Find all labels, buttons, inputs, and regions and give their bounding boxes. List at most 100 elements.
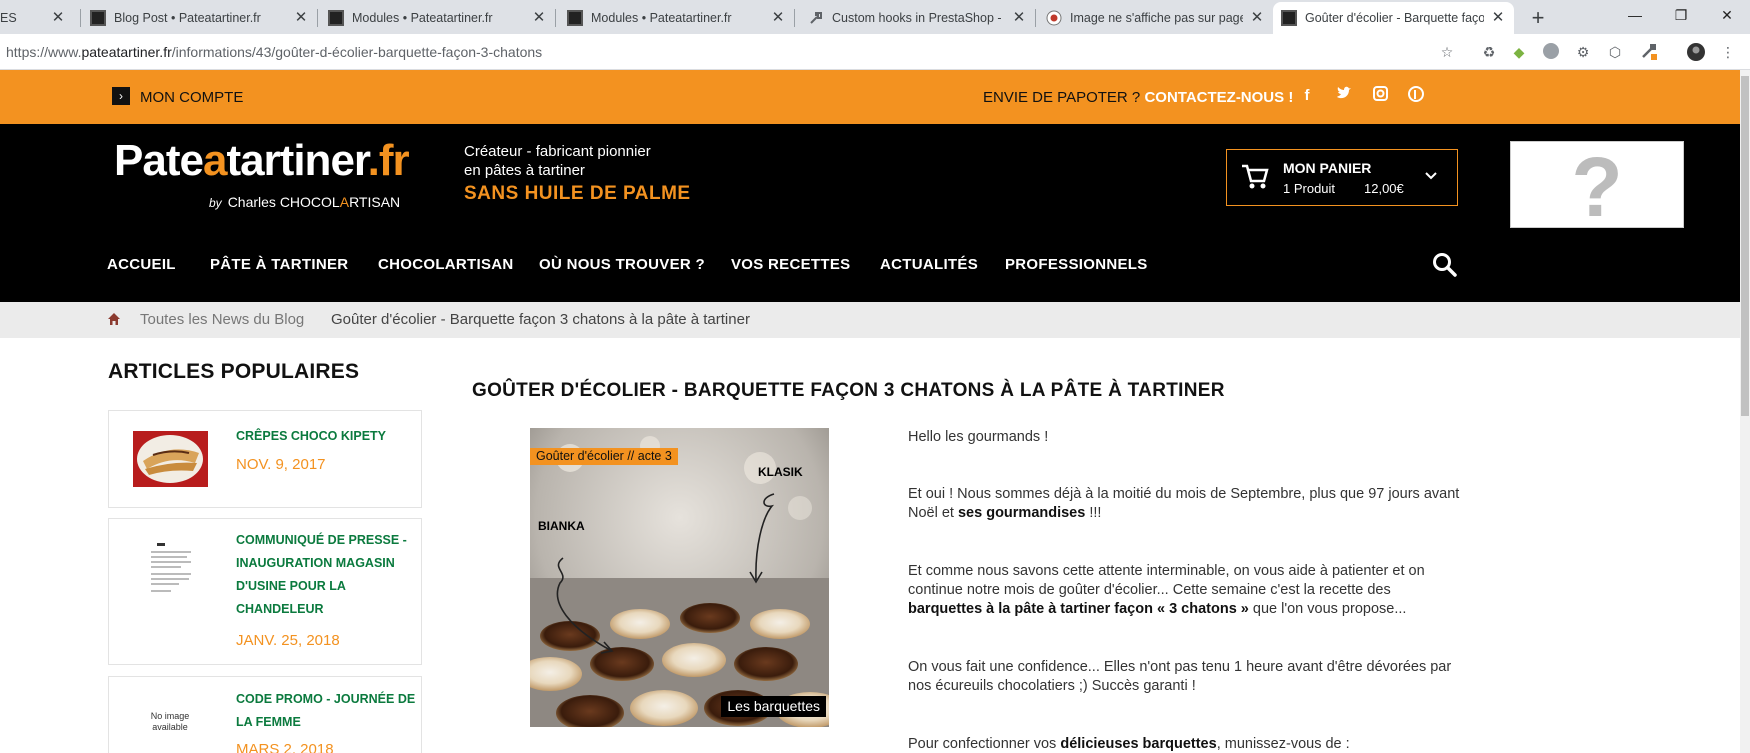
post-thumbnail[interactable] xyxy=(133,431,208,487)
browser-window: ES ✕ Blog Post • Pateatartiner.fr ✕ Modu… xyxy=(0,0,1750,753)
cart-total: 12,00€ xyxy=(1364,181,1404,196)
byline-name: RTISAN xyxy=(349,194,401,210)
pinterest-icon[interactable] xyxy=(1406,86,1426,106)
tab-title: Blog Post • Pateatartiner.fr xyxy=(114,11,261,25)
tab-close-icon[interactable]: ✕ xyxy=(50,10,66,26)
text-run: Pour confectionner vos xyxy=(908,736,1061,752)
tab-title: Modules • Pateatartiner.fr xyxy=(352,11,493,25)
contact-link[interactable]: CONTACTEZ-NOUS ! xyxy=(1144,89,1293,106)
image-label-right: KLASIK xyxy=(758,465,803,479)
minimize-button[interactable]: — xyxy=(1612,0,1658,30)
new-tab-button[interactable]: + xyxy=(1524,4,1552,32)
post-date: MARS 2, 2018 xyxy=(236,741,334,753)
breadcrumb-current: Goûter d'écolier - Barquette façon 3 cha… xyxy=(331,311,750,328)
tab-3[interactable]: Modules • Pateatartiner.fr ✕ xyxy=(559,2,794,34)
site-top-bar: › MON COMPTE ENVIE DE PAPOTER ? CONTACTE… xyxy=(0,70,1740,124)
url-field[interactable]: https://www.pateatartiner.fr/information… xyxy=(6,44,542,60)
byline-name: Charles CHOCOL xyxy=(227,194,340,210)
text-run-bold: barquettes à la pâte à tartiner façon « … xyxy=(908,601,1249,617)
tab-separator xyxy=(794,9,795,27)
twitter-icon[interactable] xyxy=(1334,86,1354,106)
contact-prompt: ENVIE DE PAPOTER ? CONTACTEZ-NOUS ! xyxy=(983,89,1293,106)
search-icon[interactable] xyxy=(1432,252,1458,278)
gear-extension-icon[interactable]: ⚙ xyxy=(1573,42,1593,62)
breadcrumb-blog-link[interactable]: Toutes les News du Blog xyxy=(140,311,304,328)
tab-5[interactable]: Image ne s'affiche pas sur page C ✕ xyxy=(1038,2,1273,34)
nav-item-pate-a-tartiner[interactable]: PÂTE À TARTINER xyxy=(210,256,348,273)
post-title[interactable]: Code promo - Journée de la femme xyxy=(236,688,416,734)
nav-item-accueil[interactable]: ACCUEIL xyxy=(107,256,176,273)
tagline-line: en pâtes à tartiner xyxy=(464,162,585,179)
placeholder-image: ? xyxy=(1510,141,1684,232)
tab-close-icon[interactable]: ✕ xyxy=(1011,10,1027,26)
cart-button[interactable]: MON PANIER 1 Produit 12,00€ xyxy=(1226,149,1458,206)
tagline-line: Créateur - fabricant pionnier xyxy=(464,143,651,160)
site-header: Pateatartiner.fr by Charles CHOCOLARTISAN… xyxy=(0,124,1740,232)
my-account-link[interactable]: MON COMPTE xyxy=(140,89,243,106)
main-nav: ACCUEIL PÂTE À TARTINER CHOCOLARTISAN OÙ… xyxy=(0,230,1740,302)
tab-separator xyxy=(317,9,318,27)
nav-item-ou-nous-trouver[interactable]: OÙ NOUS TROUVER ? xyxy=(539,256,705,273)
tab-title: Goûter d'écolier - Barquette faço xyxy=(1305,11,1484,25)
tab-0[interactable]: ES ✕ xyxy=(0,2,74,34)
post-title[interactable]: Crêpes Choco Kipety xyxy=(236,425,416,448)
close-window-button[interactable]: ✕ xyxy=(1704,0,1750,30)
list-item[interactable]: Communiqué de presse - Inauguration maga… xyxy=(108,518,422,665)
post-title[interactable]: Communiqué de presse - Inauguration maga… xyxy=(236,529,416,621)
eyedropper-icon[interactable] xyxy=(1639,42,1659,62)
logo-byline: by Charles CHOCOLARTISAN xyxy=(209,194,400,210)
tab-2[interactable]: Modules • Pateatartiner.fr ✕ xyxy=(320,2,555,34)
post-thumbnail[interactable] xyxy=(145,539,197,599)
tab-1[interactable]: Blog Post • Pateatartiner.fr ✕ xyxy=(82,2,317,34)
image-badge: Goûter d'écolier // acte 3 xyxy=(530,448,678,465)
sidebar-title: ARTICLES POPULAIRES xyxy=(108,360,360,383)
chevron-down-icon xyxy=(1423,168,1441,186)
tab-separator xyxy=(1035,9,1036,27)
bookmark-star-icon[interactable]: ☆ xyxy=(1437,42,1457,62)
tab-bar: ES ✕ Blog Post • Pateatartiner.fr ✕ Modu… xyxy=(0,0,1750,34)
page-scrollbar[interactable] xyxy=(1740,70,1750,753)
restore-button[interactable]: ❐ xyxy=(1658,0,1704,30)
profile-avatar-icon[interactable] xyxy=(1686,42,1706,62)
tab-title: ES xyxy=(0,11,17,25)
recycle-icon[interactable]: ♻ xyxy=(1479,42,1499,62)
tab-close-icon[interactable]: ✕ xyxy=(293,10,309,26)
post-date: NOV. 9, 2017 xyxy=(236,456,326,473)
tab-separator xyxy=(555,9,556,27)
account-arrow-icon[interactable]: › xyxy=(112,87,130,105)
site-icon xyxy=(1281,10,1297,26)
menu-kebab-icon[interactable]: ⋮ xyxy=(1718,42,1738,62)
android-icon[interactable]: ◆ xyxy=(1509,42,1529,62)
site-icon xyxy=(90,10,106,26)
site-logo[interactable]: Pateatartiner.fr xyxy=(114,136,410,186)
list-item[interactable]: Crêpes Choco Kipety NOV. 9, 2017 xyxy=(108,410,422,508)
nav-item-actualites[interactable]: ACTUALITÉS xyxy=(880,256,978,273)
home-icon[interactable] xyxy=(107,312,121,326)
facebook-icon[interactable]: f xyxy=(1297,86,1317,106)
cube-icon[interactable]: ⬡ xyxy=(1605,42,1625,62)
url-host: pateatartiner.fr xyxy=(81,44,172,60)
list-item[interactable]: No image available Code promo - Journée … xyxy=(108,676,422,753)
site-icon xyxy=(328,10,344,26)
tab-title: Modules • Pateatartiner.fr xyxy=(591,11,732,25)
tab-close-icon[interactable]: ✕ xyxy=(770,10,786,26)
scrollbar-thumb[interactable] xyxy=(1741,76,1749,416)
tab-close-icon[interactable]: ✕ xyxy=(1249,10,1265,26)
adblock-icon[interactable] xyxy=(1541,42,1561,62)
instagram-icon[interactable] xyxy=(1370,86,1390,106)
url-path: /informations/43/goûter-d-écolier-barque… xyxy=(171,44,543,60)
tab-4[interactable]: Custom hooks in PrestaShop - ht ✕ xyxy=(800,2,1035,34)
logo-text-accent: .fr xyxy=(367,136,410,185)
text-run: Et comme nous savons cette attente inter… xyxy=(908,563,1425,598)
nav-item-chocolartisan[interactable]: CHOCOLARTISAN xyxy=(378,256,514,273)
byline-name-accent: A xyxy=(339,194,350,210)
tab-close-icon[interactable]: ✕ xyxy=(1490,10,1506,26)
logo-text: Pate xyxy=(114,136,204,185)
article-title: GOÛTER D'ÉCOLIER - BARQUETTE FAÇON 3 CHA… xyxy=(472,380,1225,401)
site-icon xyxy=(567,10,583,26)
nav-item-vos-recettes[interactable]: VOS RECETTES xyxy=(731,256,850,273)
nav-item-professionnels[interactable]: PROFESSIONNELS xyxy=(1005,256,1148,273)
tab-close-icon[interactable]: ✕ xyxy=(531,10,547,26)
tab-active[interactable]: Goûter d'écolier - Barquette faço ✕ xyxy=(1273,2,1514,34)
text-run-bold: délicieuses barquettes xyxy=(1060,736,1217,752)
